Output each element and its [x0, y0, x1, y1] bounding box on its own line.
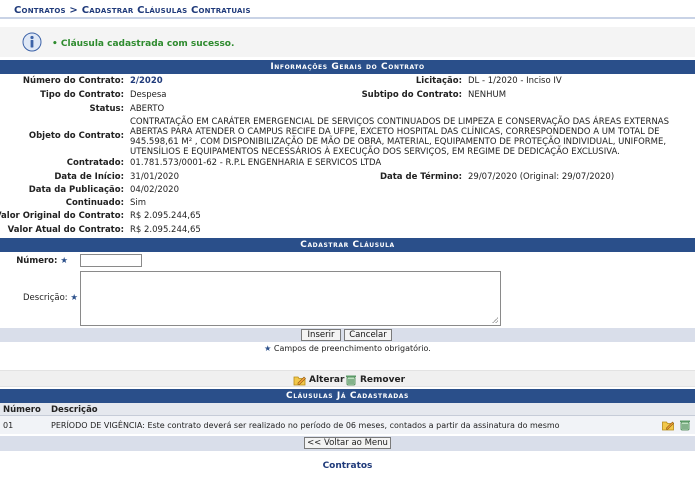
- valor-atual-label: Valor Atual do Contrato:: [7, 225, 124, 235]
- table-header: Número Descrição: [0, 403, 695, 416]
- required-star-icon: ★: [70, 293, 78, 303]
- continuado-value: Sim: [130, 198, 147, 208]
- legend-remover: Remover: [345, 374, 405, 386]
- descricao-textarea[interactable]: [80, 271, 501, 326]
- tipo-contrato-value: Despesa: [130, 90, 167, 100]
- contratado-label: Contratado:: [66, 158, 124, 168]
- back-button-bar: << Voltar ao Menu: [0, 436, 695, 451]
- numero-contrato-label: Número do Contrato:: [22, 76, 124, 86]
- required-star-icon: ★: [264, 344, 272, 353]
- footer-contratos-link[interactable]: Contratos: [0, 461, 695, 471]
- table-section-title: Cláusulas Já Cadastradas: [0, 389, 695, 403]
- valor-original-label: Valor Original do Contrato:: [0, 211, 124, 221]
- subtipo-contrato-label: Subtipo do Contrato:: [361, 90, 462, 100]
- descricao-label-wrap: Descrição: ★: [23, 293, 78, 303]
- form-button-bar: Inserir Cancelar: [0, 328, 695, 342]
- legend-alterar: Alterar: [293, 374, 344, 386]
- trash-icon[interactable]: [679, 419, 691, 431]
- subtipo-contrato-value: NENHUM: [468, 90, 507, 100]
- data-publicacao-label: Data da Publicação:: [28, 185, 124, 195]
- table-row: 01 PERÍODO DE VIGÊNCIA: Este contrato de…: [0, 416, 695, 434]
- contratado-value: 01.781.573/0001-62 - R.P.L ENGENHARIA E …: [130, 158, 382, 168]
- edit-icon[interactable]: [662, 419, 674, 431]
- objeto-value: CONTRATAÇÃO EM CARÁTER EMERGENCIAL DE SE…: [130, 117, 670, 157]
- numero-label-wrap: Número: ★: [16, 256, 68, 266]
- data-termino-value: 29/07/2020 (Original: 29/07/2020): [468, 172, 615, 182]
- insert-button[interactable]: Inserir: [301, 329, 341, 341]
- edit-icon: [293, 376, 306, 386]
- required-footnote: ★ Campos de preenchimento obrigatório.: [0, 344, 695, 353]
- info-icon: [22, 32, 42, 52]
- cancel-button[interactable]: Cancelar: [344, 329, 392, 341]
- data-publicacao-value: 04/02/2020: [130, 185, 179, 195]
- info-section-title: Informações Gerais do Contrato: [0, 60, 695, 74]
- valor-original-value: R$ 2.095.244,65: [130, 211, 201, 221]
- action-legend: Alterar Remover: [0, 370, 695, 387]
- legend-remover-label: Remover: [360, 375, 406, 385]
- numero-label: Número:: [16, 256, 58, 266]
- valor-atual-value: R$ 2.095.244,65: [130, 225, 201, 235]
- status-value: ABERTO: [130, 104, 165, 114]
- licitacao-label: Licitação:: [415, 76, 462, 86]
- objeto-label: Objeto do Contrato:: [28, 131, 124, 141]
- continuado-label: Continuado:: [65, 198, 124, 208]
- column-header-numero: Número: [3, 405, 41, 415]
- row-descricao: PERÍODO DE VIGÊNCIA: Este contrato dever…: [51, 421, 560, 430]
- column-header-descricao: Descrição: [51, 405, 98, 415]
- row-numero: 01: [3, 421, 14, 430]
- back-to-menu-button[interactable]: << Voltar ao Menu: [304, 437, 391, 449]
- data-termino-label: Data de Término:: [379, 172, 462, 182]
- resize-grip-icon[interactable]: [492, 317, 498, 323]
- form-section-title: Cadastrar Cláusula: [0, 238, 695, 252]
- licitacao-value: DL - 1/2020 - Inciso IV: [468, 76, 562, 86]
- success-message-box: • Cláusula cadastrada com sucesso.: [0, 27, 695, 57]
- numero-input[interactable]: [80, 254, 142, 267]
- required-star-icon: ★: [60, 256, 68, 266]
- required-footnote-text: Campos de preenchimento obrigatório.: [273, 344, 431, 353]
- data-inicio-value: 31/01/2020: [130, 172, 179, 182]
- success-message: • Cláusula cadastrada com sucesso.: [52, 39, 235, 49]
- data-inicio-label: Data de Início:: [54, 172, 124, 182]
- tipo-contrato-label: Tipo do Contrato:: [40, 90, 124, 100]
- descricao-label: Descrição:: [22, 293, 68, 303]
- breadcrumb-divider: [0, 17, 695, 19]
- status-label: Status:: [89, 104, 125, 114]
- trash-icon: [346, 375, 356, 386]
- legend-alterar-label: Alterar: [309, 375, 345, 385]
- numero-contrato-link[interactable]: 2/2020: [130, 76, 163, 86]
